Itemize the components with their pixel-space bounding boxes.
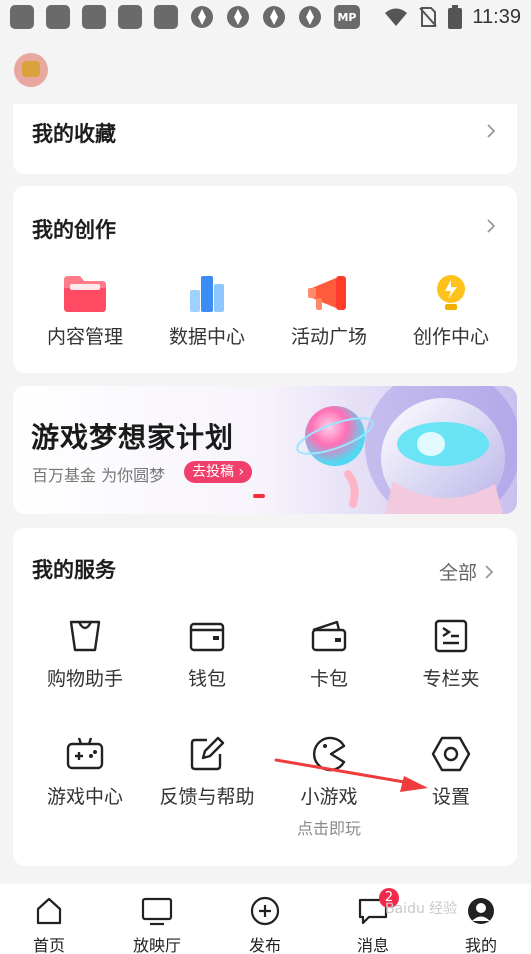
feedback-help-item[interactable]: 反馈与帮助 bbox=[144, 734, 270, 809]
carousel-indicator bbox=[253, 494, 265, 498]
services-card: 我的服务 全部 购物助手 钱包 卡包 专栏夹 游戏中心 反馈与帮助 小游戏 点击… bbox=[13, 528, 517, 866]
item-label: 反馈与帮助 bbox=[159, 786, 255, 808]
no-sim-icon bbox=[419, 7, 438, 27]
game-center-item[interactable]: 游戏中心 bbox=[22, 734, 148, 809]
creation-card: 我的创作 内容管理 数据中心 活动广场 创作中心 bbox=[13, 186, 517, 373]
mini-games-item[interactable]: 小游戏 点击即玩 bbox=[266, 734, 392, 839]
shopping-bag-icon bbox=[69, 620, 101, 652]
item-label: 创作中心 bbox=[412, 326, 489, 348]
notification-icon bbox=[82, 5, 106, 29]
aperture-icon bbox=[263, 6, 285, 28]
submit-button[interactable]: 去投稿 › bbox=[184, 461, 253, 483]
favorites-title: 我的收藏 bbox=[32, 122, 116, 146]
item-label: 游戏中心 bbox=[46, 786, 123, 808]
card-wallet-item[interactable]: 卡包 bbox=[266, 616, 392, 691]
banner-subtitle: 百万基金 为你圆梦 bbox=[32, 466, 166, 485]
notification-icon bbox=[46, 5, 70, 29]
banner-title: 游戏梦想家计划 bbox=[31, 421, 235, 454]
aperture-icon bbox=[227, 6, 249, 28]
column-folder-item[interactable]: 专栏夹 bbox=[388, 616, 514, 691]
battery-icon bbox=[448, 5, 463, 29]
folder-icon bbox=[64, 276, 106, 312]
item-label: 钱包 bbox=[187, 668, 226, 690]
tab-label: 消息 bbox=[356, 936, 389, 954]
chevron-right-icon bbox=[487, 124, 496, 138]
item-label: 设置 bbox=[431, 786, 470, 808]
creation-title: 我的创作 bbox=[32, 218, 116, 242]
notification-icon bbox=[118, 5, 142, 29]
tab-label: 我的 bbox=[464, 936, 497, 954]
notification-icon bbox=[10, 5, 34, 29]
settings-item[interactable]: 设置 bbox=[388, 734, 514, 809]
item-label: 数据中心 bbox=[168, 326, 245, 348]
lightbulb-icon bbox=[437, 275, 465, 310]
notification-icon bbox=[154, 5, 178, 29]
promo-banner[interactable]: 游戏梦想家计划 百万基金 为你圆梦 去投稿 › bbox=[13, 386, 517, 514]
item-label: 卡包 bbox=[309, 668, 348, 690]
item-label: 活动广场 bbox=[290, 326, 367, 348]
settings-hexagon-icon bbox=[431, 736, 471, 772]
status-time: 11:39 bbox=[472, 5, 521, 28]
wallet-item[interactable]: 钱包 bbox=[144, 616, 270, 691]
tab-home[interactable]: 首页 bbox=[9, 896, 89, 954]
data-center-item[interactable]: 数据中心 bbox=[144, 274, 270, 349]
item-label: 小游戏 bbox=[300, 786, 358, 808]
activity-square-item[interactable]: 活动广场 bbox=[266, 274, 392, 349]
aperture-icon bbox=[299, 6, 321, 28]
avatar-icon bbox=[468, 898, 494, 924]
status-bar: MP 11:39 bbox=[0, 0, 531, 34]
card-wallet-icon bbox=[311, 620, 347, 652]
tab-label: 首页 bbox=[32, 936, 65, 954]
bar-chart-icon bbox=[190, 276, 224, 312]
all-link-label: 全部 bbox=[438, 562, 477, 584]
aperture-icon bbox=[191, 6, 213, 28]
item-label: 购物助手 bbox=[46, 668, 123, 690]
services-title: 我的服务 bbox=[32, 558, 116, 582]
item-label: 内容管理 bbox=[46, 326, 123, 348]
wallet-icon bbox=[189, 622, 225, 652]
shopping-assistant-item[interactable]: 购物助手 bbox=[22, 616, 148, 691]
creator-center-item[interactable]: 创作中心 bbox=[388, 274, 514, 349]
all-services-link[interactable]: 全部 bbox=[439, 558, 495, 585]
edit-icon bbox=[190, 736, 225, 771]
favorites-card[interactable]: 我的收藏 bbox=[13, 104, 517, 174]
tab-label: 发布 bbox=[248, 936, 281, 954]
content-management-item[interactable]: 内容管理 bbox=[22, 274, 148, 349]
plus-circle-icon bbox=[250, 896, 280, 926]
watermark: Baidu 经验 bbox=[385, 901, 458, 917]
tab-publish[interactable]: 发布 bbox=[225, 896, 305, 954]
pacman-icon bbox=[312, 736, 346, 772]
tv-icon bbox=[141, 897, 173, 926]
bottom-tab-bar: 首页 放映厅 发布 2 消息 我的 bbox=[0, 884, 531, 954]
submit-button-label: 去投稿 bbox=[192, 464, 234, 480]
chevron-right-icon bbox=[485, 564, 494, 579]
item-label: 专栏夹 bbox=[422, 668, 480, 690]
gamepad-icon bbox=[66, 737, 104, 770]
wifi-icon bbox=[385, 8, 408, 26]
chevron-right-icon[interactable] bbox=[483, 218, 499, 234]
megaphone-icon bbox=[308, 276, 346, 310]
home-icon bbox=[36, 897, 62, 925]
avatar[interactable] bbox=[14, 53, 48, 87]
mp-icon: MP bbox=[334, 5, 360, 29]
column-folder-icon bbox=[434, 619, 468, 653]
tab-label: 放映厅 bbox=[132, 936, 181, 954]
item-sublabel: 点击即玩 bbox=[296, 819, 361, 838]
tab-theater[interactable]: 放映厅 bbox=[117, 896, 197, 954]
